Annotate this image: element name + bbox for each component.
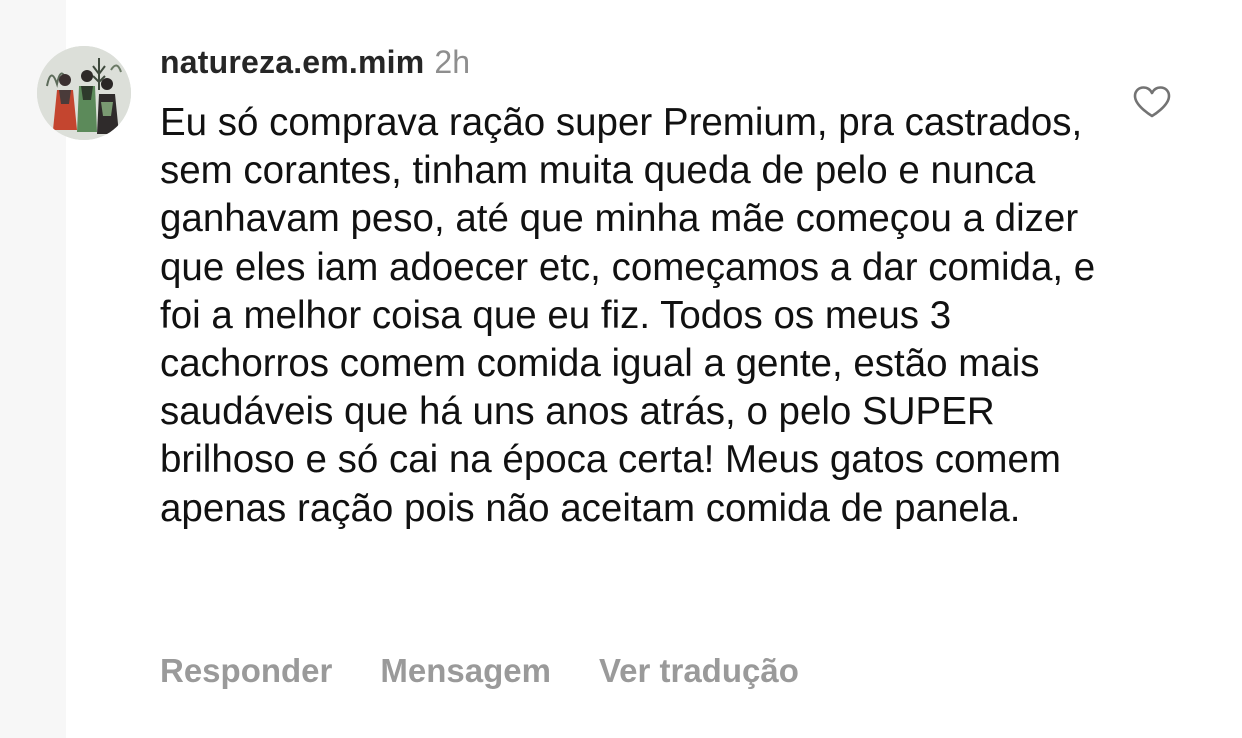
heart-outline-icon [1133,86,1171,118]
avatar-illustration [37,46,131,140]
message-button[interactable]: Mensagem [380,652,551,689]
comment-header: natureza.em.mim 2h [160,44,470,81]
see-translation-button[interactable]: Ver tradução [599,652,799,689]
avatar[interactable] [37,46,131,140]
reply-button[interactable]: Responder [160,652,332,689]
like-button[interactable] [1132,85,1172,119]
username[interactable]: natureza.em.mim [160,44,424,80]
comment: natureza.em.mim 2h Eu só comprava ração s… [0,0,1242,738]
timestamp: 2h [434,44,471,80]
comment-text: Eu só comprava ração super Premium, pra … [160,101,1096,530]
comment-actions: Responder Mensagem Ver tradução [160,652,847,690]
